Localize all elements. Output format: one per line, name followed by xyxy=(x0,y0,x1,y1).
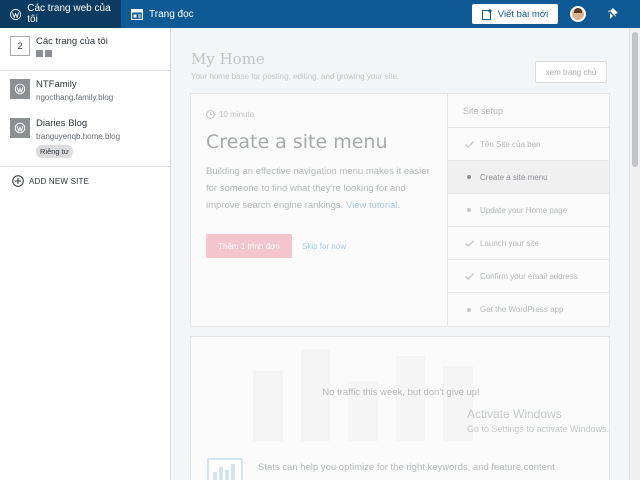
add-new-site-button[interactable]: ADD NEW SITE xyxy=(0,167,170,195)
task-time: 10 minute xyxy=(206,110,432,119)
task-description: Building an effective navigation menu ma… xyxy=(206,163,436,214)
bullet-icon xyxy=(463,208,475,212)
user-avatar[interactable] xyxy=(570,6,586,22)
add-new-site-label: ADD NEW SITE xyxy=(29,176,90,186)
activate-windows-subtitle: Go to Settings to activate Windows. xyxy=(467,424,610,434)
bullet-icon xyxy=(463,307,475,312)
site-url: ngocthang.family.blog xyxy=(36,93,114,102)
step-confirm-email[interactable]: Confirm your email address xyxy=(448,260,609,293)
site-item-ntfamily[interactable]: NTFamily ngocthang.family.blog xyxy=(0,71,170,110)
page-scrollbar[interactable] xyxy=(629,28,640,480)
my-sites-button[interactable]: Các trang web của tôi xyxy=(0,0,121,28)
reader-icon xyxy=(131,8,143,20)
site-item-diaries-blog[interactable]: Diaries Blog tranguyenqb.home.blog Riêng… xyxy=(0,110,170,166)
setup-checklist-heading: Site setup xyxy=(448,94,609,128)
masterbar: Các trang web của tôi Trang đọc Viết bài… xyxy=(0,0,640,28)
no-traffic-message: No traffic this week, but don't give up! xyxy=(322,387,480,398)
checkmark-icon xyxy=(463,272,475,280)
write-icon xyxy=(481,8,492,20)
step-label: Create a site menu xyxy=(480,172,548,182)
site-list: NTFamily ngocthang.family.blog Diaries B… xyxy=(0,71,170,167)
stats-chart-icon xyxy=(207,458,243,480)
site-url: tranguyenqb.home.blog xyxy=(36,132,121,141)
sites-sidebar: 2 Các trang của tôi NTFamily ngocthang.f… xyxy=(0,28,171,480)
step-update-home-page[interactable]: Update your Home page xyxy=(448,194,609,227)
clock-icon xyxy=(206,110,215,119)
step-label: Get the WordPress app xyxy=(480,305,564,314)
step-label: Launch your site xyxy=(480,238,539,248)
visit-site-button[interactable]: xem trang chủ xyxy=(535,61,607,83)
view-tutorial-link[interactable]: View tutorial. xyxy=(346,200,400,211)
task-time-label: 10 minute xyxy=(219,110,255,119)
write-post-button[interactable]: Viết bài mới xyxy=(472,4,558,24)
step-get-wordpress-app[interactable]: Get the WordPress app xyxy=(448,293,609,326)
page-subtitle: Your home base for posting, editing, and… xyxy=(191,72,400,81)
reader-label: Trang đọc xyxy=(149,8,194,20)
plus-circle-icon xyxy=(12,175,24,187)
task-panel: 10 minute Create a site menu Building an… xyxy=(191,94,447,326)
sites-count-icon: 2 xyxy=(10,36,30,56)
mini-site-icons xyxy=(36,50,108,57)
site-name: Diaries Blog xyxy=(36,118,88,129)
add-menu-button[interactable]: Thêm 1 trình đơn xyxy=(206,234,292,258)
wordpress-site-icon xyxy=(10,118,30,138)
private-badge: Riêng tư xyxy=(36,145,73,158)
step-label: Confirm your email address xyxy=(480,271,578,281)
step-create-site-menu[interactable]: Create a site menu xyxy=(448,161,609,194)
my-sites-label: Các trang web của tôi xyxy=(27,3,111,25)
step-label: Tên Site của bạn xyxy=(480,139,541,149)
step-launch-site[interactable]: Launch your site xyxy=(448,227,609,260)
reader-button[interactable]: Trang đọc xyxy=(121,0,204,28)
activate-windows-title: Activate Windows xyxy=(467,407,562,421)
step-site-name[interactable]: Tên Site của bạn xyxy=(448,128,609,161)
all-sites-label: Các trang của tôi xyxy=(36,36,108,47)
skip-for-now-link[interactable]: Skip for now xyxy=(302,242,346,251)
checkmark-icon xyxy=(463,239,475,247)
all-sites-item[interactable]: 2 Các trang của tôi xyxy=(0,28,170,71)
notifications-bell-icon[interactable] xyxy=(604,6,620,22)
stats-help-text: Stats can help you optimize for the righ… xyxy=(258,462,555,473)
write-post-label: Viết bài mới xyxy=(497,8,549,20)
wordpress-site-icon xyxy=(10,79,30,99)
task-title: Create a site menu xyxy=(206,131,388,153)
wordpress-logo-icon xyxy=(10,8,22,20)
site-name: NTFamily xyxy=(36,79,77,90)
step-label: Update your Home page xyxy=(480,205,568,215)
page-title: My Home xyxy=(191,50,265,68)
site-setup-card: 10 minute Create a site menu Building an… xyxy=(190,93,610,327)
scrollbar-thumb[interactable] xyxy=(632,32,638,167)
activate-windows-watermark: Activate Windows Go to Settings to activ… xyxy=(467,407,609,434)
task-actions: Thêm 1 trình đơn Skip for now xyxy=(206,234,432,258)
bullet-icon xyxy=(463,175,475,179)
checkmark-icon xyxy=(463,140,475,148)
setup-checklist: Site setup Tên Site của bạn Create a sit… xyxy=(447,94,609,326)
